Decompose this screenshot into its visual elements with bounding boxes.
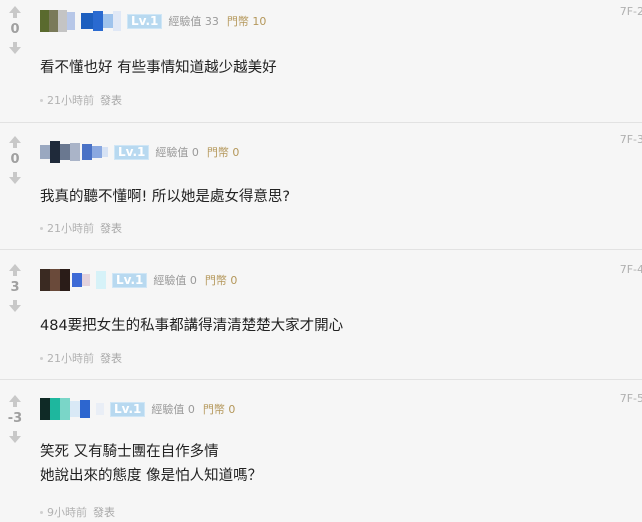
arrow-up-icon[interactable] bbox=[4, 393, 26, 409]
coin-count: 門幣 0 bbox=[204, 274, 238, 287]
user-line: Lv.1 經驗值 0 門幣 0 bbox=[40, 269, 237, 291]
vote-score: 3 bbox=[10, 280, 20, 295]
vote-widget: -3 bbox=[4, 393, 26, 445]
comment-meta: 9小時前 發表 bbox=[40, 504, 115, 520]
vote-widget: 0 bbox=[4, 134, 26, 186]
user-line: Lv.1 經驗值 0 門幣 0 bbox=[40, 398, 235, 420]
floor-number[interactable]: 7F-5 bbox=[620, 392, 642, 405]
timestamp: 9小時前 bbox=[47, 506, 87, 519]
avatar[interactable] bbox=[40, 269, 106, 291]
vote-widget: 0 bbox=[4, 4, 26, 56]
comment-line: 看不懂也好 有些事情知道越少越美好 bbox=[40, 60, 277, 76]
reply-button[interactable]: 發表 bbox=[100, 220, 122, 236]
comment-line: 484要把女生的私事都講得清清楚楚大家才開心 bbox=[40, 318, 344, 334]
level-badge: Lv.1 bbox=[127, 13, 163, 29]
comment-text: 笑死 又有騎士團在自作多情 她說出來的態度 像是怕人知道嗎？ bbox=[40, 440, 262, 488]
vote-score: 0 bbox=[10, 22, 20, 37]
comment-meta: 21小時前 發表 bbox=[40, 350, 122, 366]
reply-button[interactable]: 發表 bbox=[100, 92, 122, 108]
arrow-down-icon[interactable] bbox=[4, 40, 26, 56]
coin-count: 門幣 10 bbox=[226, 15, 267, 28]
comment-line: 她說出來的態度 像是怕人知道嗎？ bbox=[40, 468, 263, 484]
timestamp: 21小時前 bbox=[47, 94, 94, 107]
timestamp: 21小時前 bbox=[47, 352, 94, 365]
comment-item: 3 Lv.1 經驗值 0 門幣 0 7F-4 484要把女生的私事都講得清清楚楚… bbox=[0, 250, 642, 380]
user-line: Lv.1 經驗值 33 門幣 10 bbox=[40, 10, 266, 32]
floor-number[interactable]: 7F-4 bbox=[620, 263, 642, 276]
coin-count: 門幣 0 bbox=[206, 146, 240, 159]
arrow-down-icon[interactable] bbox=[4, 298, 26, 314]
bullet-icon bbox=[40, 226, 43, 230]
vote-widget: 3 bbox=[4, 262, 26, 314]
comment-text: 看不懂也好 有些事情知道越少越美好 bbox=[40, 56, 277, 80]
bullet-icon bbox=[40, 356, 43, 360]
user-line: Lv.1 經驗值 0 門幣 0 bbox=[40, 141, 239, 163]
comment-meta: 21小時前 發表 bbox=[40, 92, 122, 108]
bullet-icon bbox=[40, 510, 43, 514]
arrow-up-icon[interactable] bbox=[4, 262, 26, 278]
floor-number[interactable]: 7F-3 bbox=[620, 133, 642, 146]
comment-text: 我真的聽不懂啊! 所以她是處女得意思? bbox=[40, 185, 290, 209]
comment-line: 笑死 又有騎士團在自作多情 bbox=[40, 444, 219, 460]
comment-item: 0 Lv.1 經驗值 33 門幣 10 7F-2 看不懂也好 有些事情知道越少越… bbox=[0, 0, 642, 123]
reply-button[interactable]: 發表 bbox=[93, 504, 115, 520]
avatar[interactable] bbox=[40, 10, 121, 32]
experience-points: 經驗值 0 bbox=[155, 146, 199, 159]
comment-item: -3 Lv.1 經驗值 0 門幣 0 7F-5 笑死 又有騎士團在自作多情 她說… bbox=[0, 380, 642, 522]
level-badge: Lv.1 bbox=[110, 401, 146, 417]
comment-item: 0 Lv.1 經驗值 0 門幣 0 7F-3 我真的聽不懂啊! 所以她是處女得意… bbox=[0, 123, 642, 250]
floor-number[interactable]: 7F-2 bbox=[620, 5, 642, 18]
arrow-down-icon[interactable] bbox=[4, 429, 26, 445]
arrow-up-icon[interactable] bbox=[4, 134, 26, 150]
reply-button[interactable]: 發表 bbox=[100, 350, 122, 366]
vote-score: -3 bbox=[7, 411, 23, 426]
experience-points: 經驗值 0 bbox=[153, 274, 197, 287]
vote-score: 0 bbox=[10, 152, 20, 167]
avatar[interactable] bbox=[40, 141, 108, 163]
arrow-up-icon[interactable] bbox=[4, 4, 26, 20]
level-badge: Lv.1 bbox=[114, 144, 150, 160]
experience-points: 經驗值 0 bbox=[151, 403, 195, 416]
level-badge: Lv.1 bbox=[112, 272, 148, 288]
bullet-icon bbox=[40, 98, 43, 102]
coin-count: 門幣 0 bbox=[202, 403, 236, 416]
experience-points: 經驗值 33 bbox=[168, 15, 219, 28]
comment-text: 484要把女生的私事都講得清清楚楚大家才開心 bbox=[40, 314, 343, 338]
arrow-down-icon[interactable] bbox=[4, 170, 26, 186]
avatar[interactable] bbox=[40, 398, 104, 420]
comment-meta: 21小時前 發表 bbox=[40, 220, 122, 236]
comment-line: 我真的聽不懂啊! 所以她是處女得意思? bbox=[40, 189, 291, 205]
timestamp: 21小時前 bbox=[47, 222, 94, 235]
